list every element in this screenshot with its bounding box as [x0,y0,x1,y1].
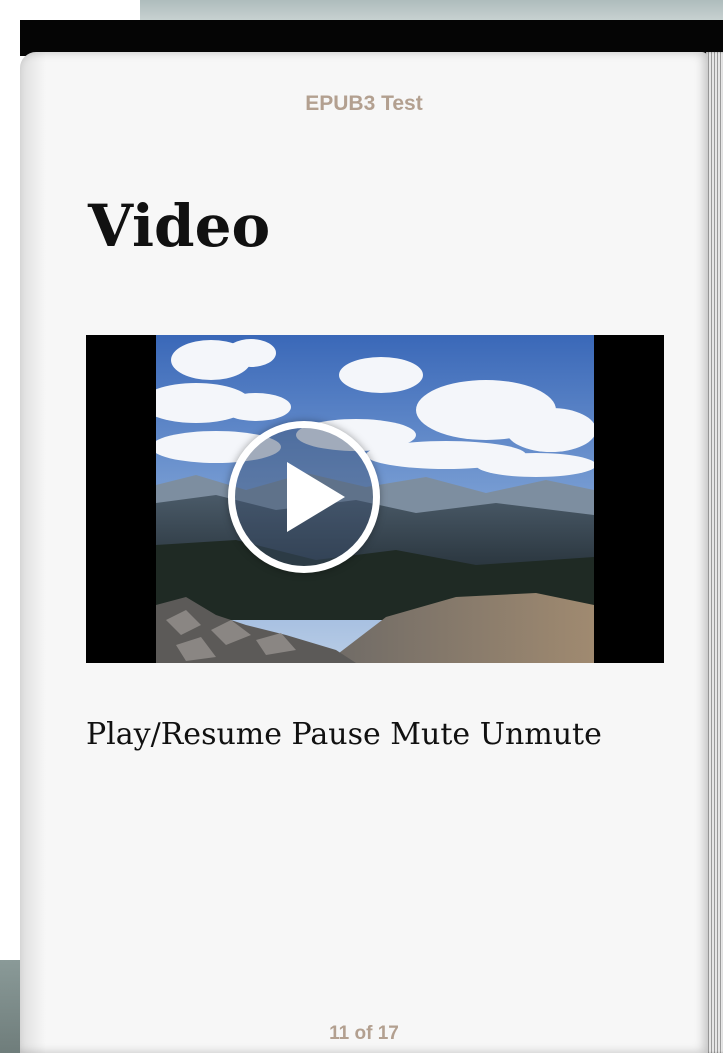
chapter-title: Video [88,192,271,260]
play-icon [287,462,345,532]
ebook-reader-screen: EPUB3 Test Video Play/Resume Pause Mute … [0,0,723,1053]
reader-top-bar [20,20,723,56]
video-player[interactable] [86,335,664,663]
play-button[interactable] [228,421,380,573]
page-indicator: 11 of 17 [329,1023,399,1044]
mute-link[interactable]: Mute [390,717,470,752]
play-resume-link[interactable]: Play/Resume [86,717,282,752]
backdrop-top [140,0,723,20]
book-page: EPUB3 Test Video Play/Resume Pause Mute … [20,52,708,1053]
unmute-link[interactable]: Unmute [480,717,602,752]
video-controls: Play/Resume Pause Mute Unmute [86,717,602,752]
running-head: EPUB3 Test [305,92,423,115]
page-stack-edges [706,52,723,1053]
pause-link[interactable]: Pause [292,717,381,752]
